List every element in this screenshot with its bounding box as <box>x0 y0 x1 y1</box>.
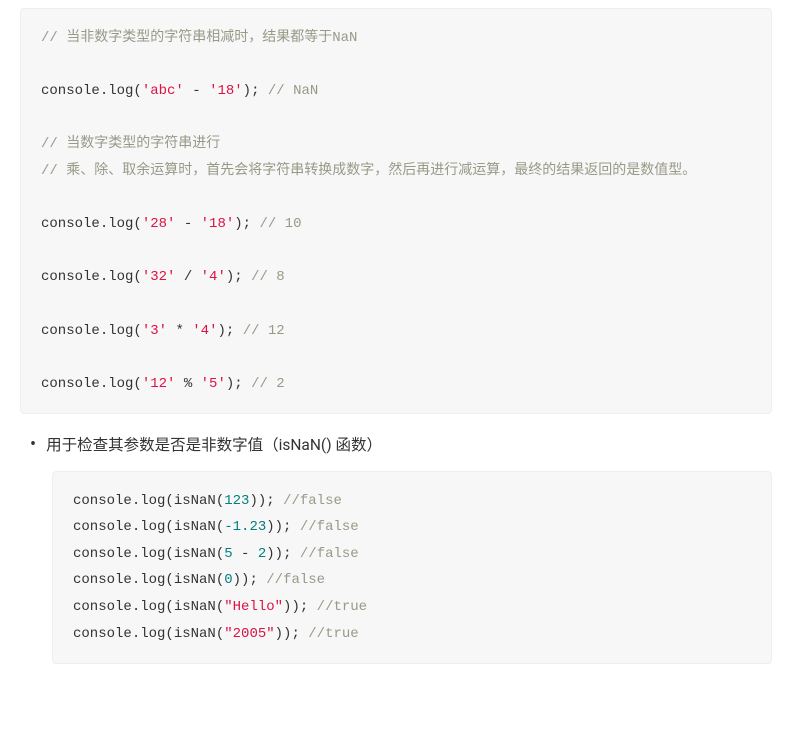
code-token: )); <box>275 626 300 642</box>
number-literal: 123 <box>224 493 249 509</box>
string-literal: '32' <box>142 269 176 285</box>
code-token: console <box>73 626 132 642</box>
code-token: .log( <box>100 269 142 285</box>
code-token: ); <box>226 269 243 285</box>
number-literal: -1.23 <box>224 519 266 535</box>
code-token: console <box>73 493 132 509</box>
code-token: console <box>41 323 100 339</box>
string-literal: '4' <box>192 323 217 339</box>
code-token: console <box>41 269 100 285</box>
string-literal: 'abc' <box>142 83 184 99</box>
operator: / <box>175 269 200 285</box>
string-literal: '3' <box>142 323 167 339</box>
comment: //false <box>291 519 358 535</box>
code-token: .log(isNaN( <box>132 519 224 535</box>
comment-line: // 当非数字类型的字符串相减时，结果都等于NaN <box>41 30 357 46</box>
number-literal: 5 <box>224 546 232 562</box>
code-token: .log(isNaN( <box>132 546 224 562</box>
comment: //true <box>300 626 359 642</box>
comment: //true <box>308 599 367 615</box>
code-token: console <box>73 546 132 562</box>
comment: // NaN <box>259 83 318 99</box>
number-literal: 2 <box>258 546 266 562</box>
string-literal: '4' <box>201 269 226 285</box>
comment: // 2 <box>243 376 285 392</box>
string-literal: '28' <box>142 216 176 232</box>
code-token: console <box>41 216 100 232</box>
bullet-item: 用于检查其参数是否是非数字值（isNaN() 函数） <box>30 432 772 458</box>
operator: * <box>167 323 192 339</box>
code-token: console <box>73 572 132 588</box>
code-token: )); <box>266 519 291 535</box>
code-token: .log( <box>100 376 142 392</box>
number-literal: 0 <box>224 572 232 588</box>
code-token: .log(isNaN( <box>132 626 224 642</box>
code-token: )); <box>283 599 308 615</box>
code-token: console <box>41 83 100 99</box>
operator: - <box>175 216 200 232</box>
code-token: .log(isNaN( <box>132 572 224 588</box>
code-token: ); <box>226 376 243 392</box>
comment-line: // 当数字类型的字符串进行 <box>41 136 220 152</box>
code-token: )); <box>233 572 258 588</box>
code-token: .log( <box>100 216 142 232</box>
comment: //false <box>291 546 358 562</box>
string-literal: '12' <box>142 376 176 392</box>
comment: // 10 <box>251 216 301 232</box>
code-block-1: // 当非数字类型的字符串相减时，结果都等于NaN console.log('a… <box>20 8 772 414</box>
comment: // 8 <box>243 269 285 285</box>
comment: //false <box>258 572 325 588</box>
code-token: .log(isNaN( <box>132 493 224 509</box>
comment: //false <box>275 493 342 509</box>
string-literal: "2005" <box>224 626 274 642</box>
string-literal: "Hello" <box>224 599 283 615</box>
string-literal: '5' <box>201 376 226 392</box>
code-block-2: console.log(isNaN(123)); //false console… <box>52 471 772 665</box>
code-token: .log( <box>100 83 142 99</box>
code-token: console <box>73 519 132 535</box>
code-token: .log( <box>100 323 142 339</box>
string-literal: '18' <box>209 83 243 99</box>
code-token: )); <box>249 493 274 509</box>
code-token: ); <box>217 323 234 339</box>
comment: // 12 <box>234 323 284 339</box>
code-token: console <box>73 599 132 615</box>
code-token: ); <box>243 83 260 99</box>
operator: - <box>233 546 258 562</box>
code-token: )); <box>266 546 291 562</box>
operator: - <box>184 83 209 99</box>
code-token: ); <box>234 216 251 232</box>
code-token: console <box>41 376 100 392</box>
string-literal: '18' <box>201 216 235 232</box>
code-token: .log(isNaN( <box>132 599 224 615</box>
bullet-text: 用于检查其参数是否是非数字值（isNaN() 函数） <box>46 432 382 458</box>
operator: % <box>175 376 200 392</box>
comment-line: // 乘、除、取余运算时，首先会将字符串转换成数字，然后再进行减运算，最终的结果… <box>41 163 696 179</box>
